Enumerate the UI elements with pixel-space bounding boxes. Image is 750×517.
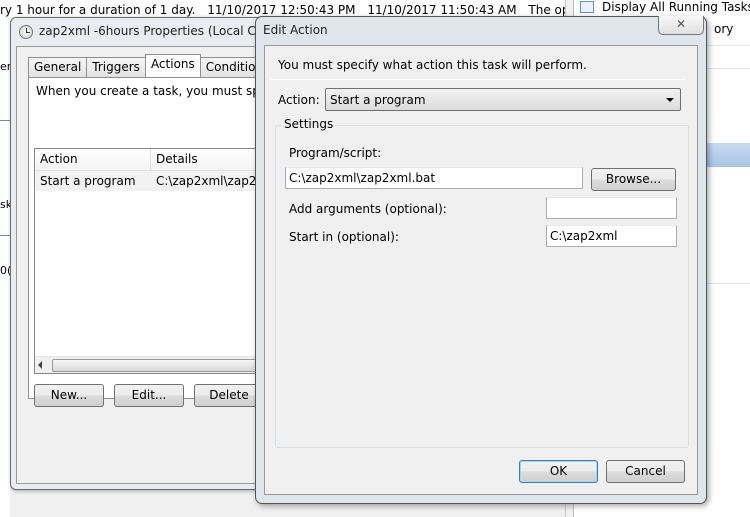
ok-button[interactable]: OK (519, 460, 598, 483)
tab-bar: General Triggers Actions Conditions (28, 54, 276, 77)
start-in-input[interactable]: C:\zap2xml (546, 225, 677, 247)
history-start-time: 11/10/2017 12:50:43 PM (207, 3, 356, 17)
display-running-tasks-label: Display All Running Tasks (602, 0, 750, 14)
dialog-message: You must specify what action this task w… (278, 58, 587, 72)
clock-icon (19, 25, 33, 39)
new-action-button[interactable]: New... (34, 384, 104, 407)
dialog-title: Edit Action (263, 23, 328, 37)
program-script-input[interactable]: C:\zap2xml\zap2xml.bat (285, 167, 583, 189)
list-header: Action Details (35, 149, 291, 171)
action-dropdown-value: Start a program (330, 93, 426, 107)
divider (271, 79, 685, 80)
tab-actions[interactable]: Actions (144, 54, 201, 77)
arguments-input[interactable] (546, 197, 677, 219)
divider (0, 120, 10, 121)
column-divider[interactable] (150, 149, 151, 171)
actions-description: When you create a task, you must specify (36, 84, 289, 98)
browse-button[interactable]: Browse... (591, 168, 676, 191)
task-properties-window: zap2xml -6hours Properties (Local Comput… (10, 17, 295, 490)
settings-label: Settings (282, 117, 336, 131)
history-end-time: 11/10/2017 11:50:43 AM (367, 3, 517, 17)
scroll-left-arrow-icon[interactable] (38, 361, 42, 369)
actions-list[interactable]: Action Details Start a program C:\zap2xm… (34, 148, 292, 374)
history-trigger-text: ry 1 hour for a duration of 1 day. (0, 3, 196, 17)
tab-general[interactable]: General (28, 57, 88, 77)
actions-tab-panel: When you create a task, you must specify… (28, 77, 293, 407)
background-left-pane: er sk 0( (0, 20, 12, 517)
history-item-label: ory (714, 22, 734, 36)
dialog-body: You must specify what action this task w… (264, 45, 698, 495)
row-details: C:\zap2xml\zap2x (156, 174, 264, 188)
close-icon: ✕ (675, 17, 687, 31)
edit-action-button[interactable]: Edit... (114, 384, 184, 407)
history-item[interactable]: ory (714, 22, 733, 36)
tab-triggers[interactable]: Triggers (86, 57, 146, 77)
start-in-label: Start in (optional): (289, 230, 399, 244)
program-script-label: Program/script: (289, 146, 382, 160)
column-header-action[interactable]: Action (40, 152, 78, 166)
history-result: The operation complete (528, 3, 565, 17)
arguments-label: Add arguments (optional): (289, 202, 447, 216)
action-dropdown[interactable]: Start a program (325, 88, 681, 111)
edit-action-dialog: Edit Action ✕ You must specify what acti… (255, 16, 707, 504)
row-action: Start a program (40, 174, 136, 188)
display-running-tasks-item[interactable]: Display All Running Tasks (580, 0, 750, 14)
horizontal-scrollbar[interactable] (35, 356, 291, 373)
action-label: Action: (278, 93, 320, 107)
cancel-button[interactable]: Cancel (606, 460, 685, 483)
delete-action-button[interactable]: Delete (194, 384, 264, 407)
settings-group: Settings Program/script: C:\zap2xml\zap2… (275, 117, 689, 448)
divider (0, 235, 10, 236)
table-row[interactable]: Start a program C:\zap2xml\zap2x (35, 171, 291, 191)
chevron-down-icon (666, 98, 674, 102)
close-button[interactable]: ✕ (658, 16, 704, 35)
running-tasks-icon (580, 1, 594, 13)
column-header-details[interactable]: Details (156, 152, 198, 166)
properties-body: General Triggers Actions Conditions When… (16, 46, 294, 484)
